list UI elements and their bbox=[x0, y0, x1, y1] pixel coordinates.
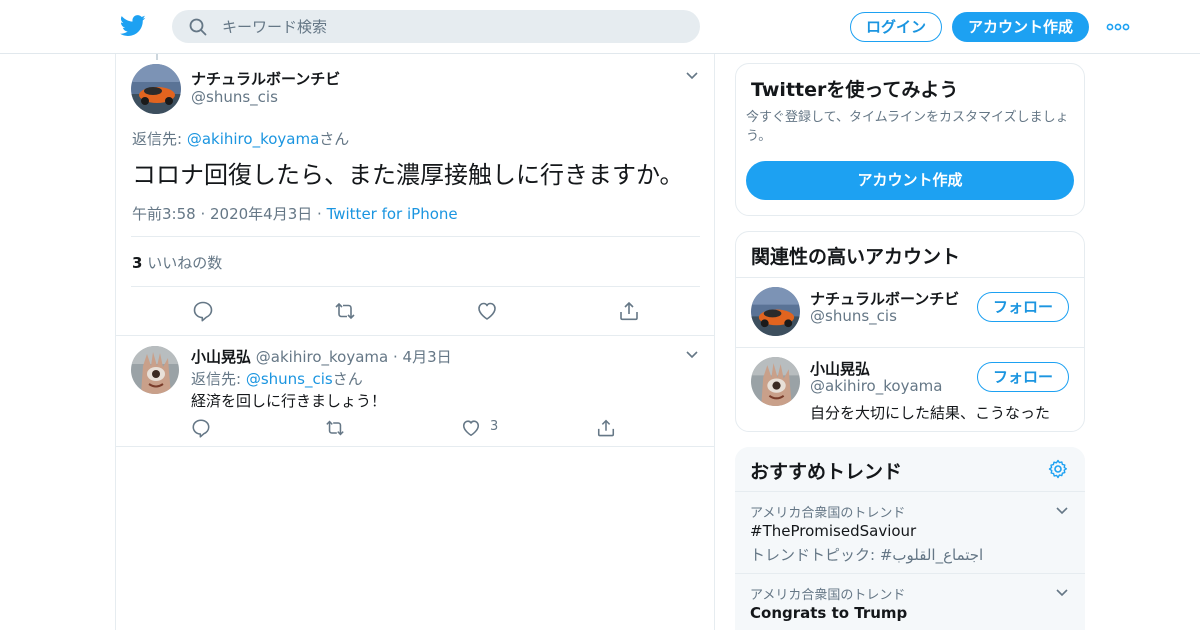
retweet-icon[interactable] bbox=[334, 300, 356, 322]
more-icon[interactable] bbox=[1106, 18, 1130, 36]
avatar[interactable] bbox=[751, 287, 800, 336]
trend-subtitle: トレンドトピック: #اجتماع_القلوب bbox=[750, 546, 984, 564]
trend-context: アメリカ合衆国のトレンド bbox=[750, 506, 906, 521]
likes-count: 3 bbox=[132, 254, 143, 272]
reply-icon[interactable] bbox=[191, 418, 211, 438]
share-icon[interactable] bbox=[618, 300, 640, 322]
signup-card-button[interactable]: アカウント作成 bbox=[746, 161, 1074, 200]
divider bbox=[736, 277, 1084, 278]
divider bbox=[131, 236, 700, 237]
reply-header: 小山晃弘 @akihiro_koyama · 4月3日 bbox=[191, 346, 452, 367]
trend-name: Congrats to Trump bbox=[750, 604, 908, 622]
related-account-name[interactable]: ナチュラルボーンチビ bbox=[810, 288, 959, 309]
reply-to-link[interactable]: @shuns_cis bbox=[246, 370, 333, 388]
share-icon[interactable] bbox=[596, 418, 616, 438]
related-accounts-card: 関連性の高いアカウント ナチュラルボーンチビ @shuns_cis フォロー 小… bbox=[735, 231, 1085, 432]
top-navigation-bar: ログイン アカウント作成 bbox=[0, 0, 1200, 54]
follow-button[interactable]: フォロー bbox=[977, 292, 1069, 322]
reply-like-count: 3 bbox=[490, 419, 499, 434]
reply-to-prefix: 返信先: bbox=[132, 130, 187, 148]
search-icon bbox=[189, 18, 207, 36]
trend-item[interactable]: アメリカ合衆国のトレンド Congrats to Trump bbox=[735, 574, 1085, 630]
signup-button[interactable]: アカウント作成 bbox=[952, 12, 1089, 42]
signup-card-title: Twitterを使ってみよう bbox=[751, 79, 959, 101]
reply-to-suffix: さん bbox=[332, 370, 363, 388]
divider bbox=[131, 286, 700, 287]
reply-text: 経済を回しに行きましょう！ bbox=[191, 392, 387, 410]
tweet-source-link[interactable]: Twitter for iPhone bbox=[327, 205, 458, 223]
reply-author-handle[interactable]: @akihiro_koyama bbox=[256, 348, 388, 366]
avatar[interactable] bbox=[131, 64, 181, 114]
tweet-text: コロナ回復したら、また濃厚接触しに行きますか。 bbox=[132, 161, 684, 189]
signup-card: Twitterを使ってみよう 今すぐ登録して、タイムラインをカスタマイズしましょ… bbox=[735, 63, 1085, 216]
signup-card-description: 今すぐ登録して、タイムラインをカスタマイズしましょう。 bbox=[746, 110, 1069, 144]
thread-connector bbox=[156, 54, 158, 60]
likes-label: いいねの数 bbox=[142, 254, 223, 272]
trend-context: アメリカ合衆国のトレンド bbox=[750, 588, 906, 603]
trends-header: おすすめトレンド bbox=[735, 447, 1085, 492]
tweet-timestamp[interactable]: 午前3:58 · 2020年4月3日 · bbox=[132, 205, 327, 223]
reply-author-name[interactable]: 小山晃弘 bbox=[191, 348, 251, 366]
trend-name: #ThePromisedSaviour bbox=[750, 522, 917, 540]
divider bbox=[736, 347, 1084, 348]
chevron-down-icon[interactable] bbox=[1055, 588, 1069, 598]
trends-title: おすすめトレンド bbox=[750, 461, 903, 483]
twitter-logo-icon[interactable] bbox=[120, 14, 146, 38]
reply-date[interactable]: · 4月3日 bbox=[388, 348, 452, 366]
divider bbox=[116, 335, 714, 336]
retweet-icon[interactable] bbox=[325, 418, 345, 438]
avatar[interactable] bbox=[131, 346, 179, 394]
related-account-name[interactable]: 小山晃弘 bbox=[810, 358, 870, 379]
gear-icon[interactable] bbox=[1048, 459, 1068, 479]
tweet-meta: 午前3:58 · 2020年4月3日 · Twitter for iPhone bbox=[132, 203, 458, 224]
related-account-handle[interactable]: @akihiro_koyama bbox=[810, 377, 942, 395]
trends-card: おすすめトレンド アメリカ合衆国のトレンド #ThePromisedSaviou… bbox=[735, 447, 1085, 630]
related-accounts-title: 関連性の高いアカウント bbox=[751, 246, 961, 268]
reply-icon[interactable] bbox=[192, 300, 214, 322]
divider bbox=[116, 446, 714, 447]
login-button[interactable]: ログイン bbox=[850, 12, 942, 42]
chevron-down-icon[interactable] bbox=[685, 350, 699, 360]
reply-to-suffix: さん bbox=[319, 130, 350, 148]
like-icon[interactable] bbox=[476, 300, 498, 322]
follow-button[interactable]: フォロー bbox=[977, 362, 1069, 392]
related-account-bio: 自分を大切にした結果、こうなった bbox=[810, 404, 1051, 422]
chevron-down-icon[interactable] bbox=[685, 71, 699, 81]
like-icon[interactable] bbox=[461, 418, 481, 438]
reply-to-line: 返信先: @akihiro_koyamaさん bbox=[132, 128, 349, 149]
search-box[interactable] bbox=[172, 10, 700, 43]
avatar[interactable] bbox=[751, 357, 800, 406]
main-column: ナチュラルボーンチビ @shuns_cis 返信先: @akihiro_koya… bbox=[115, 54, 715, 630]
author-name[interactable]: ナチュラルボーンチビ bbox=[191, 68, 340, 89]
reply-to-link[interactable]: @akihiro_koyama bbox=[187, 130, 319, 148]
reply-to-line: 返信先: @shuns_cisさん bbox=[191, 368, 363, 389]
author-handle[interactable]: @shuns_cis bbox=[191, 88, 278, 106]
likes-stat[interactable]: 3 いいねの数 bbox=[132, 252, 222, 273]
search-input[interactable] bbox=[222, 10, 682, 43]
reply-to-prefix: 返信先: bbox=[191, 370, 246, 388]
related-account-handle[interactable]: @shuns_cis bbox=[810, 307, 897, 325]
chevron-down-icon[interactable] bbox=[1055, 506, 1069, 516]
trend-item[interactable]: アメリカ合衆国のトレンド #ThePromisedSaviour トレンドトピッ… bbox=[735, 492, 1085, 574]
